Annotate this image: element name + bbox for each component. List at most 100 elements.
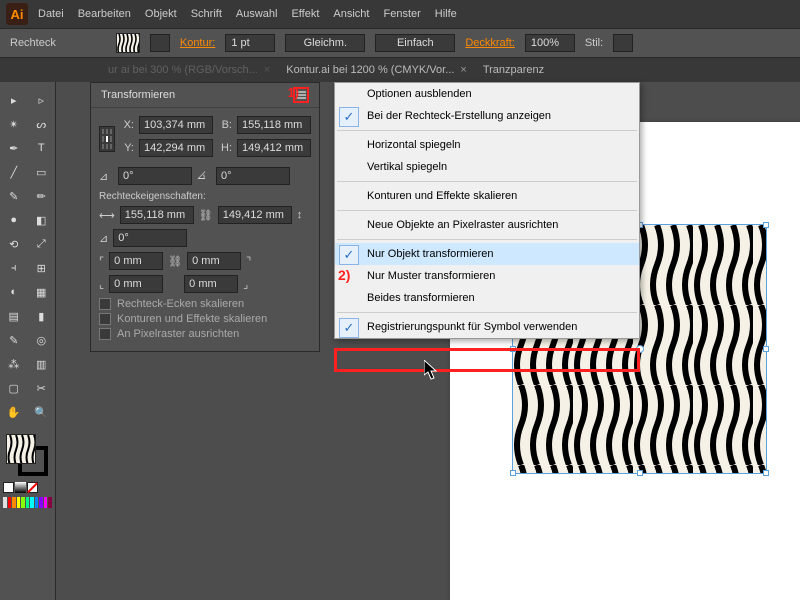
- color-swatch[interactable]: [8, 497, 12, 508]
- color-swatch[interactable]: [3, 497, 7, 508]
- doc-tab-3[interactable]: Tranzparenz: [475, 60, 552, 80]
- flyout-item-9[interactable]: Registrierungspunkt für Symbol verwenden…: [335, 316, 639, 338]
- close-icon[interactable]: ×: [460, 64, 466, 76]
- magic-wand-tool[interactable]: ✴: [0, 112, 28, 136]
- panel-title[interactable]: Transformieren: [101, 89, 175, 101]
- x-field[interactable]: 103,374 mm: [139, 116, 213, 134]
- opacity-link[interactable]: Deckkraft:: [465, 37, 515, 49]
- document-tabs: ur ai bei 300 % (RGB/Vorsch...× Kontur.a…: [0, 58, 800, 82]
- h-field[interactable]: 149,412 mm: [237, 139, 311, 157]
- rectangle-tool[interactable]: ▭: [28, 160, 56, 184]
- scale-strokes-checkbox[interactable]: Konturen und Effekte skalieren: [99, 313, 311, 325]
- line-tool[interactable]: ╱: [0, 160, 28, 184]
- slice-tool[interactable]: ✂: [28, 376, 56, 400]
- gradient-tool[interactable]: ▮: [28, 304, 56, 328]
- paintbrush-tool[interactable]: ✎: [0, 184, 28, 208]
- corner-tl[interactable]: 0 mm: [109, 252, 163, 270]
- lasso-tool[interactable]: ᔕ: [28, 112, 56, 136]
- opacity-field[interactable]: 100%: [525, 34, 575, 52]
- selection-tool[interactable]: ▸: [0, 88, 28, 112]
- check-icon: ✓: [339, 318, 359, 338]
- corner-br[interactable]: 0 mm: [184, 275, 238, 293]
- mesh-tool[interactable]: ▤: [0, 304, 28, 328]
- color-swatch[interactable]: [26, 497, 30, 508]
- flyout-item-0[interactable]: Optionen ausblenden: [335, 83, 639, 105]
- type-tool[interactable]: T: [28, 136, 56, 160]
- close-icon[interactable]: ×: [264, 64, 270, 76]
- zoom-tool[interactable]: 🔍: [28, 400, 56, 424]
- doc-tab-1[interactable]: ur ai bei 300 % (RGB/Vorsch...×: [100, 60, 278, 80]
- menu-effekt[interactable]: Effekt: [291, 8, 319, 20]
- scale-tool[interactable]: ⤢: [28, 232, 56, 256]
- width-tool[interactable]: ⫞: [0, 256, 28, 280]
- free-transform-tool[interactable]: ⊞: [28, 256, 56, 280]
- pen-tool[interactable]: ✒: [0, 136, 28, 160]
- color-swatch[interactable]: [17, 497, 21, 508]
- flyout-item-1[interactable]: Bei der Rechteck-Erstellung anzeigen✓: [335, 105, 639, 127]
- w-field[interactable]: 155,118 mm: [237, 116, 311, 134]
- hand-tool[interactable]: ✋: [0, 400, 28, 424]
- symbol-sprayer-tool[interactable]: ⁂: [0, 352, 28, 376]
- pencil-tool[interactable]: ✏: [28, 184, 56, 208]
- corner-tr[interactable]: 0 mm: [187, 252, 241, 270]
- link-icon[interactable]: ⛓: [199, 209, 213, 222]
- menu-hilfe[interactable]: Hilfe: [435, 8, 457, 20]
- rotate-tool[interactable]: ⟲: [0, 232, 28, 256]
- stroke-weight-field[interactable]: 1 pt: [225, 34, 275, 52]
- menu-ansicht[interactable]: Ansicht: [333, 8, 369, 20]
- y-field[interactable]: 142,294 mm: [139, 139, 213, 157]
- rect-width-field[interactable]: 155,118 mm: [120, 206, 194, 224]
- direct-selection-tool[interactable]: ▹: [28, 88, 56, 112]
- reference-point[interactable]: [99, 126, 115, 152]
- stroke-swatch[interactable]: [150, 34, 170, 52]
- color-swatch[interactable]: [12, 497, 16, 508]
- menu-fenster[interactable]: Fenster: [383, 8, 420, 20]
- perspective-tool[interactable]: ▦: [28, 280, 56, 304]
- menu-bearbeiten[interactable]: Bearbeiten: [78, 8, 131, 20]
- menu-auswahl[interactable]: Auswahl: [236, 8, 278, 20]
- scale-corners-checkbox[interactable]: Rechteck-Ecken skalieren: [99, 298, 311, 310]
- flyout-item-7[interactable]: Nur Muster transformieren2): [335, 265, 639, 287]
- color-swatch[interactable]: [35, 497, 39, 508]
- style-swatch[interactable]: [613, 34, 633, 52]
- fill-color-box[interactable]: [6, 434, 36, 464]
- corner-bl[interactable]: 0 mm: [109, 275, 163, 293]
- quick-colors[interactable]: [0, 495, 55, 510]
- graph-tool[interactable]: ▥: [28, 352, 56, 376]
- stroke-link[interactable]: Kontur:: [180, 37, 215, 49]
- rect-height-field[interactable]: 149,412 mm: [218, 206, 292, 224]
- rect-angle-field[interactable]: 0°: [113, 229, 187, 247]
- flyout-item-8[interactable]: Beides transformieren: [335, 287, 639, 309]
- shape-builder-tool[interactable]: ◐: [0, 280, 28, 304]
- shear-field[interactable]: 0°: [216, 167, 290, 185]
- fill-stroke-control[interactable]: [0, 432, 55, 480]
- flyout-item-3[interactable]: Vertikal spiegeln: [335, 156, 639, 178]
- blob-brush-tool[interactable]: ●: [0, 208, 28, 232]
- doc-tab-2[interactable]: Kontur.ai bei 1200 % (CMYK/Vor...×: [278, 60, 475, 80]
- flyout-item-4[interactable]: Konturen und Effekte skalieren: [335, 185, 639, 207]
- color-swatch[interactable]: [48, 497, 52, 508]
- eraser-tool[interactable]: ◧: [28, 208, 56, 232]
- flyout-item-6[interactable]: Nur Objekt transformieren✓: [335, 243, 639, 265]
- color-swatch[interactable]: [44, 497, 48, 508]
- link-icon[interactable]: ⛓: [168, 255, 182, 268]
- eyedropper-tool[interactable]: ✎: [0, 328, 28, 352]
- menu-objekt[interactable]: Objekt: [145, 8, 177, 20]
- fill-swatch[interactable]: [116, 33, 140, 53]
- brush-def[interactable]: Einfach: [375, 34, 455, 52]
- blend-tool[interactable]: ◎: [28, 328, 56, 352]
- flyout-item-2[interactable]: Horizontal spiegeln: [335, 134, 639, 156]
- color-swatch[interactable]: [39, 497, 43, 508]
- color-swatch[interactable]: [21, 497, 25, 508]
- align-pixel-checkbox[interactable]: An Pixelraster ausrichten: [99, 328, 311, 340]
- color-swatch[interactable]: [30, 497, 34, 508]
- separator: [337, 312, 637, 313]
- flyout-item-5[interactable]: Neue Objekte an Pixelraster ausrichten: [335, 214, 639, 236]
- artboard-tool[interactable]: ▢: [0, 376, 28, 400]
- menu-schrift[interactable]: Schrift: [191, 8, 222, 20]
- menu-datei[interactable]: Datei: [38, 8, 64, 20]
- stroke-profile[interactable]: Gleichm.: [285, 34, 365, 52]
- rotate-field[interactable]: 0°: [118, 167, 192, 185]
- tools-panel: ▸▹ ✴ᔕ ✒T ╱▭ ✎✏ ●◧ ⟲⤢ ⫞⊞ ◐▦ ▤▮ ✎◎ ⁂▥ ▢✂ ✋…: [0, 82, 56, 600]
- rect-props-label: Rechteckeigenschaften:: [99, 191, 311, 202]
